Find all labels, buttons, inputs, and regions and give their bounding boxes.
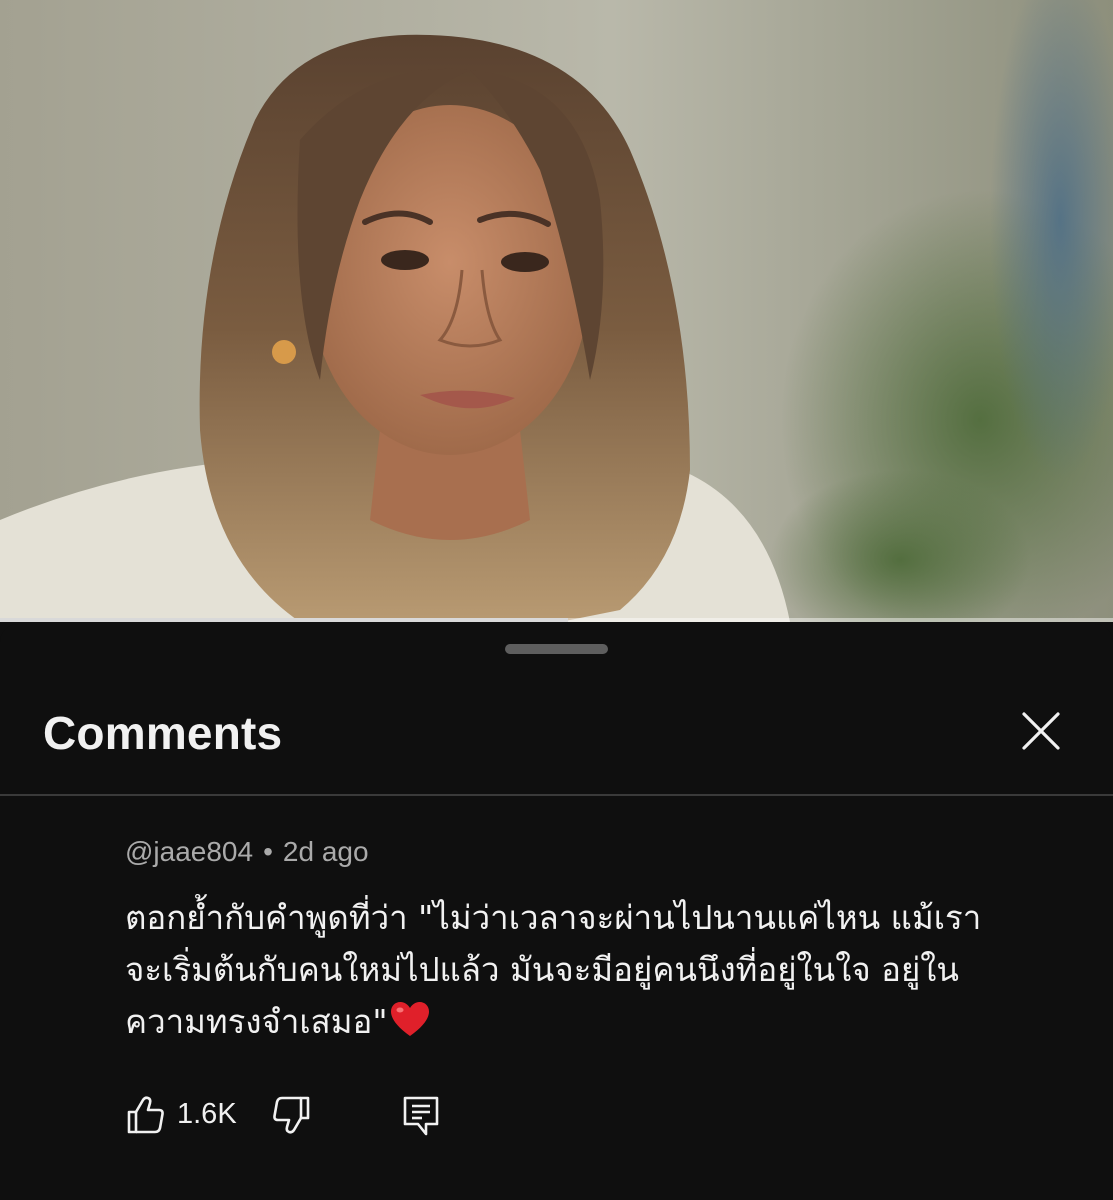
reply-icon [403, 1096, 439, 1136]
comments-sheet: Comments @jaae804 • 2d ago ตอกย้ำกับคำพูดท… [0, 624, 1113, 1200]
video-player[interactable] [0, 0, 1113, 622]
comment-meta: @jaae804 • 2d ago [125, 836, 369, 868]
reply-button[interactable] [400, 1094, 442, 1141]
thumbs-up-icon [127, 1096, 164, 1134]
like-count: 1.6K [177, 1098, 237, 1130]
close-button[interactable] [1012, 706, 1068, 762]
comment-text: ตอกย้ำกับคำพูดที่ว่า "ไม่ว่าเวลาจะผ่านไป… [125, 892, 1025, 1054]
comments-title: Comments [43, 707, 283, 759]
comment-text-line: จะเริ่มต้นกับคนใหม่ไปแล้ว มันจะมีอยู่คนน… [125, 950, 959, 989]
comment-time: 2d ago [282, 836, 369, 867]
comment-text-line: ความทรงจำเสมอ" [125, 1002, 388, 1041]
thumbs-down-icon [273, 1096, 310, 1134]
like-button[interactable] [125, 1094, 167, 1141]
comment-author[interactable]: @jaae804 [125, 836, 253, 867]
dislike-button[interactable] [270, 1094, 312, 1141]
youtube-comments-screen: Comments @jaae804 • 2d ago ตอกย้ำกับคำพูดท… [0, 0, 1113, 1200]
header-divider [0, 794, 1113, 796]
video-frame [0, 0, 1113, 622]
sheet-drag-handle[interactable] [505, 644, 608, 654]
video-progress-bar[interactable] [0, 618, 1113, 622]
comment-text-line: ตอกย้ำกับคำพูดที่ว่า "ไม่ว่าเวลาจะผ่านไป… [125, 898, 982, 937]
meta-separator: • [263, 836, 273, 867]
close-icon [1022, 712, 1060, 750]
comment-text-line-last: ความทรงจำเสมอ" [125, 996, 1025, 1054]
red-heart-icon [390, 1001, 430, 1054]
video-progress-fill [0, 618, 568, 622]
